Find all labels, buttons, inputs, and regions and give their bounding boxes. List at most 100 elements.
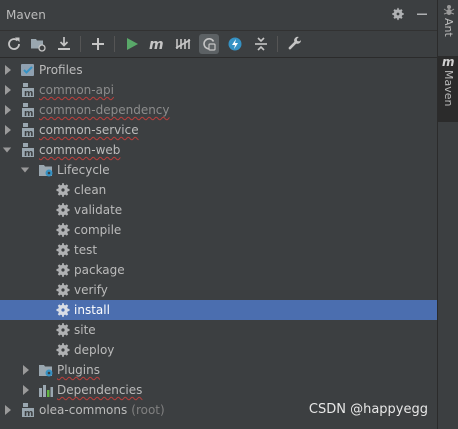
tree-node-module[interactable]: m common-service: [0, 120, 437, 140]
goal-label: package: [74, 263, 125, 277]
collapse-all-icon[interactable]: [251, 34, 271, 54]
tree-node-goal[interactable]: verify: [0, 280, 437, 300]
tree-node-module[interactable]: m common-web: [0, 140, 437, 160]
plugins-folder-icon: [39, 365, 53, 377]
root-name: olea-commons: [39, 403, 128, 417]
profiles-icon: [21, 64, 34, 76]
gear-icon: [56, 203, 70, 217]
tree-node-goal[interactable]: validate: [0, 200, 437, 220]
add-icon[interactable]: [88, 34, 108, 54]
goal-label: install: [74, 303, 110, 317]
goal-label: test: [74, 243, 98, 257]
svg-text:m: m: [24, 149, 33, 158]
side-tab-ant[interactable]: Ant: [438, 4, 458, 50]
tree-node-goal[interactable]: deploy: [0, 340, 437, 360]
expand-arrow-icon[interactable]: [3, 84, 13, 96]
watermark: CSDN @happyegg: [308, 402, 428, 417]
maven-icon: m: [442, 56, 455, 68]
gear-icon: [56, 263, 70, 277]
side-tab-maven[interactable]: m Maven: [438, 56, 458, 122]
maven-module-icon: m: [22, 123, 34, 138]
run-icon[interactable]: [122, 34, 142, 54]
tree-node-goal-selected[interactable]: install: [0, 300, 437, 320]
tree-label: Lifecycle: [57, 163, 110, 177]
svg-text:m: m: [24, 409, 33, 418]
generate-sources-icon[interactable]: [28, 34, 48, 54]
expand-arrow-icon[interactable]: [3, 64, 13, 76]
maven-goal-icon[interactable]: m: [147, 34, 167, 54]
title-bar: Maven: [0, 0, 437, 31]
svg-text:m: m: [24, 129, 33, 138]
gear-icon: [56, 243, 70, 257]
tree-node-goal[interactable]: clean: [0, 180, 437, 200]
tree-node-module[interactable]: m common-dependency: [0, 100, 437, 120]
expand-arrow-icon[interactable]: [21, 364, 31, 376]
svg-text:m: m: [149, 37, 164, 51]
gear-icon[interactable]: [390, 6, 406, 22]
tree-node-profiles[interactable]: Profiles: [0, 60, 437, 80]
tree-label-root: olea-commons (root): [39, 403, 165, 417]
expand-arrow-icon[interactable]: [3, 404, 13, 416]
maven-module-icon: m: [22, 103, 34, 118]
skip-tests-icon[interactable]: [173, 34, 193, 54]
maven-module-icon: m: [22, 403, 34, 418]
lifecycle-folder-icon: [39, 165, 53, 177]
svg-text:m: m: [24, 89, 33, 98]
goal-label: site: [74, 323, 96, 337]
goal-label: validate: [74, 203, 123, 217]
collapse-arrow-icon[interactable]: [20, 164, 30, 176]
collapse-arrow-icon[interactable]: [2, 144, 12, 156]
expand-arrow-icon[interactable]: [3, 124, 13, 136]
toolbar-separator: [277, 36, 278, 52]
goal-label: verify: [74, 283, 108, 297]
svg-text:m: m: [24, 109, 33, 118]
tree-node-goal[interactable]: package: [0, 260, 437, 280]
toolbar-separator: [114, 36, 115, 52]
tool-window-title: Maven: [6, 8, 46, 22]
tree-node-dependencies[interactable]: Dependencies: [0, 380, 437, 400]
tree-label: Dependencies: [57, 383, 143, 397]
toolbar-separator: [80, 36, 81, 52]
maven-tool-window: Maven m Profiles m common-api m common-d…: [0, 0, 437, 429]
maven-module-icon: m: [22, 83, 34, 98]
right-tool-strip: Ant m Maven: [437, 0, 458, 429]
svg-text:m: m: [442, 56, 455, 68]
gear-icon: [56, 343, 70, 357]
tree-node-lifecycle[interactable]: Lifecycle: [0, 160, 437, 180]
maven-toolbar: m: [0, 31, 437, 58]
minimize-icon[interactable]: [414, 6, 430, 22]
show-dependencies-icon[interactable]: [225, 34, 245, 54]
gear-icon: [56, 303, 70, 317]
tree-node-goal[interactable]: test: [0, 240, 437, 260]
gear-icon: [56, 323, 70, 337]
maven-projects-tree: Profiles m common-api m common-dependenc…: [0, 58, 437, 429]
tree-node-module[interactable]: m common-api: [0, 80, 437, 100]
gear-icon: [56, 283, 70, 297]
dependencies-icon: [39, 385, 53, 397]
side-tab-label: Ant: [442, 18, 455, 37]
root-suffix: (root): [131, 403, 165, 417]
tree-label: Plugins: [57, 363, 100, 377]
tree-label: common-web: [39, 143, 121, 157]
reload-icon[interactable]: [4, 34, 24, 54]
download-icon[interactable]: [54, 34, 74, 54]
expand-arrow-icon[interactable]: [21, 384, 31, 396]
tree-node-plugins[interactable]: Plugins: [0, 360, 437, 380]
gear-icon: [56, 223, 70, 237]
tree-label: common-dependency: [39, 103, 170, 117]
tree-label: common-api: [39, 83, 114, 97]
tree-label: common-service: [39, 123, 139, 137]
offline-mode-icon[interactable]: [199, 34, 219, 54]
goal-label: deploy: [74, 343, 115, 357]
side-tab-label: Maven: [442, 70, 455, 107]
tree-node-goal[interactable]: site: [0, 320, 437, 340]
gear-icon: [56, 183, 70, 197]
tree-label: Profiles: [39, 63, 83, 77]
ant-icon: [443, 5, 454, 15]
maven-module-icon: m: [22, 143, 34, 158]
wrench-icon[interactable]: [285, 34, 305, 54]
tree-node-goal[interactable]: compile: [0, 220, 437, 240]
expand-arrow-icon[interactable]: [3, 104, 13, 116]
goal-label: compile: [74, 223, 122, 237]
goal-label: clean: [74, 183, 107, 197]
